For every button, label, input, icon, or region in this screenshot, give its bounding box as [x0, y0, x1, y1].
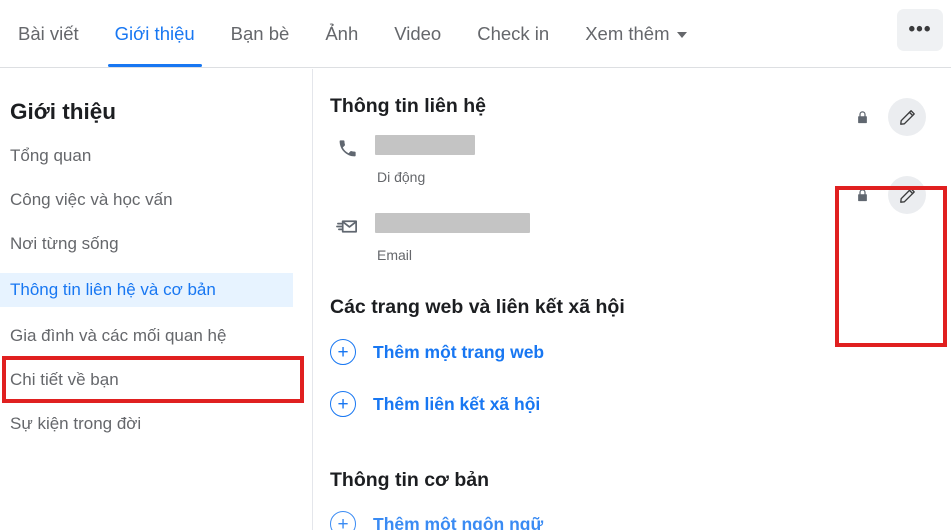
basic-info-heading: Thông tin cơ bản [330, 469, 490, 491]
about-content-panel: Thông tin liên hệ Di động Email Các tran… [313, 69, 951, 530]
add-social-link-button[interactable]: + Thêm liên kết xã hội [330, 391, 540, 417]
sidebar-item-label: Chi tiết về bạn [10, 370, 119, 389]
sidebar-item-tong-quan[interactable]: Tổng quan [0, 141, 312, 171]
add-website-label: Thêm một trang web [373, 341, 545, 362]
page-title: Giới thiệu [10, 99, 116, 124]
tab-gioi-thieu[interactable]: Giới thiệu [97, 0, 213, 67]
plus-icon: + [330, 391, 356, 417]
tab-label: Xem thêm [585, 22, 670, 44]
profile-about-page: Bài viết Giới thiệu Bạn bè Ảnh Video Che… [0, 0, 951, 530]
tab-anh[interactable]: Ảnh [307, 0, 376, 67]
tab-label: Giới thiệu [114, 22, 195, 44]
tab-label: Bạn bè [230, 22, 290, 44]
sidebar-item-chi-tiet-ve-ban[interactable]: Chi tiết về bạn [0, 365, 312, 395]
add-language-label: Thêm một ngôn ngữ [373, 513, 544, 530]
sidebar-item-label: Tổng quan [10, 146, 92, 165]
edit-email-button[interactable] [888, 176, 926, 214]
tab-ban-be[interactable]: Bạn bè [213, 0, 308, 67]
phone-icon [330, 131, 364, 165]
tab-list: Bài viết Giới thiệu Bạn bè Ảnh Video Che… [0, 0, 705, 67]
plus-icon: + [330, 339, 356, 365]
redacted-email-value [375, 213, 530, 233]
plus-icon: + [330, 511, 356, 530]
contact-sublabel-email: Email [377, 247, 413, 263]
lock-icon [855, 187, 870, 209]
sidebar-item-gia-dinh-va-cac-moi-quan-he[interactable]: Gia đình và các mối quan hệ [0, 321, 312, 351]
sidebar-item-thong-tin-lien-he-va-co-ban[interactable]: Thông tin liên hệ và cơ bản [0, 273, 293, 307]
sidebar-item-label: Thông tin liên hệ và cơ bản [10, 280, 216, 299]
pencil-icon [899, 187, 915, 203]
chevron-down-icon [676, 31, 687, 38]
sidebar-item-su-kien-trong-doi[interactable]: Sự kiện trong đời [0, 409, 312, 439]
redacted-phone-value [375, 135, 475, 155]
add-language-button[interactable]: + Thêm một ngôn ngữ [330, 511, 543, 530]
contact-sublabel-mobile: Di động [377, 169, 426, 185]
envelope-icon [330, 209, 364, 243]
profile-tab-bar: Bài viết Giới thiệu Bạn bè Ảnh Video Che… [0, 0, 951, 68]
sidebar-item-list: Tổng quan Công việc và học vấn Nơi từng … [0, 141, 312, 453]
tab-label: Video [394, 22, 442, 44]
tab-xem-them[interactable]: Xem thêm [567, 0, 704, 67]
contact-info-heading: Thông tin liên hệ [330, 95, 486, 117]
websites-social-heading: Các trang web và liên kết xã hội [330, 296, 625, 318]
edit-phone-button[interactable] [888, 98, 926, 136]
tab-label: Check in [477, 22, 550, 44]
more-options-button[interactable]: ••• [897, 9, 943, 51]
add-social-label: Thêm liên kết xã hội [373, 393, 541, 414]
sidebar-item-label: Sự kiện trong đời [10, 414, 142, 433]
about-sidebar: Giới thiệu Tổng quan Công việc và học vấ… [0, 69, 313, 530]
sidebar-item-label: Gia đình và các mối quan hệ [10, 326, 227, 345]
lock-icon [855, 109, 870, 131]
tab-label: Ảnh [325, 22, 359, 44]
add-website-button[interactable]: + Thêm một trang web [330, 339, 544, 365]
sidebar-item-cong-viec-va-hoc-van[interactable]: Công việc và học vấn [0, 185, 312, 215]
tab-video[interactable]: Video [376, 0, 459, 67]
pencil-icon [899, 109, 915, 125]
ellipsis-horizontal-icon: ••• [908, 19, 932, 40]
sidebar-item-label: Nơi từng sống [10, 234, 119, 253]
sidebar-item-label: Công việc và học vấn [10, 190, 173, 209]
tab-bai-viet[interactable]: Bài viết [0, 0, 97, 67]
sidebar-item-noi-tung-song[interactable]: Nơi từng sống [0, 229, 312, 259]
page-body: Giới thiệu Tổng quan Công việc và học vấ… [0, 69, 951, 530]
tab-label: Bài viết [18, 22, 79, 44]
tab-check-in[interactable]: Check in [459, 0, 567, 67]
